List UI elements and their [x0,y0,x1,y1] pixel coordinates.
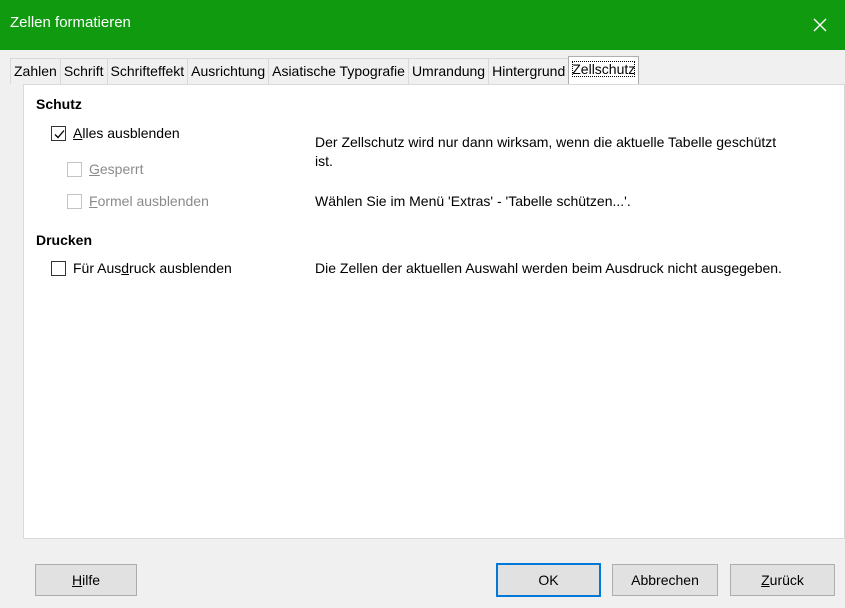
cell-protection-panel: Schutz Alles ausblenden Gesperrt Formel … [23,84,845,539]
format-cells-dialog: Zellen formatieren Zahlen Schrift Schrif… [0,0,845,608]
tab-font[interactable]: Schrift [59,58,108,84]
label-part: ruck ausblenden [129,260,232,276]
button-label: Zurück [761,572,804,588]
locked-checkbox[interactable]: Gesperrt [67,159,143,179]
title-bar: Zellen formatieren [0,0,845,50]
hide-formula-checkbox[interactable]: Formel ausblenden [67,191,209,211]
tab-background[interactable]: Hintergrund [488,58,570,84]
locked-label: Gesperrt [89,161,143,177]
tab-borders[interactable]: Umrandung [407,58,490,84]
tab-asian-typography[interactable]: Asiatische Typografie [268,58,409,84]
window-title: Zellen formatieren [10,14,131,31]
label-part: esperrt [99,161,144,177]
tab-label: Asiatische Typografie [272,63,405,79]
mnemonic: F [89,193,98,209]
print-info-text: Die Zellen der aktuellen Auswahl werden … [315,260,782,276]
ok-button[interactable]: OK [496,563,601,597]
button-label: Abbrechen [631,572,699,588]
tab-label: Schrifteffekt [110,63,185,79]
hide-formula-label: Formel ausblenden [89,193,209,209]
label-part: urück [769,572,804,588]
cancel-button[interactable]: Abbrechen [612,564,718,596]
tab-label: Zellschutz [572,61,636,77]
back-button[interactable]: Zurück [730,564,835,596]
hide-all-label: Alles ausblenden [73,125,180,141]
protection-menu-hint: Wählen Sie im Menü 'Extras' - 'Tabelle s… [315,193,631,209]
mnemonic: H [71,572,83,588]
mnemonic: d [121,260,130,276]
tab-label: Umrandung [411,63,486,79]
button-label: Hilfe [72,572,100,588]
tab-font-effects[interactable]: Schrifteffekt [106,58,189,84]
label-part: ilfe [82,572,101,588]
protection-info-text: Der Zellschutz wird nur dann wirksam, we… [315,133,776,171]
mnemonic: Z [761,572,770,588]
label-part: Für Aus [73,260,122,276]
tab-numbers[interactable]: Zahlen [10,58,61,84]
checkbox-box[interactable] [51,260,66,276]
close-icon[interactable] [795,0,845,50]
info-line: ist. [315,153,333,169]
checkbox-box[interactable] [67,193,82,209]
tab-label: Zahlen [14,63,57,79]
mnemonic: G [89,161,100,177]
tab-cell-protection[interactable]: Zellschutz [568,56,640,84]
protection-heading: Schutz [36,96,82,112]
label-part: lles ausblenden [82,125,180,141]
hide-print-checkbox[interactable]: Für Ausdruck ausblenden [51,258,232,278]
info-line: Der Zellschutz wird nur dann wirksam, we… [315,134,777,150]
tab-label: Ausrichtung [191,63,266,79]
button-label: OK [538,572,559,588]
tab-bar: Zahlen Schrift Schrifteffekt Ausrichtung… [10,56,640,84]
hide-print-label: Für Ausdruck ausblenden [73,260,232,276]
label-part: ormel ausblenden [97,193,209,209]
button-bar: Hilfe OK Abbrechen Zurück [0,540,845,608]
print-heading: Drucken [36,232,93,248]
hide-all-checkbox[interactable]: Alles ausblenden [51,123,180,143]
checkmark-icon [54,129,65,138]
checkbox-box[interactable] [51,125,66,141]
tab-alignment[interactable]: Ausrichtung [187,58,270,84]
checkbox-box[interactable] [67,161,82,177]
tab-label: Hintergrund [492,63,566,79]
mnemonic: A [73,125,83,141]
tab-label: Schrift [63,63,104,79]
help-button[interactable]: Hilfe [35,564,137,596]
